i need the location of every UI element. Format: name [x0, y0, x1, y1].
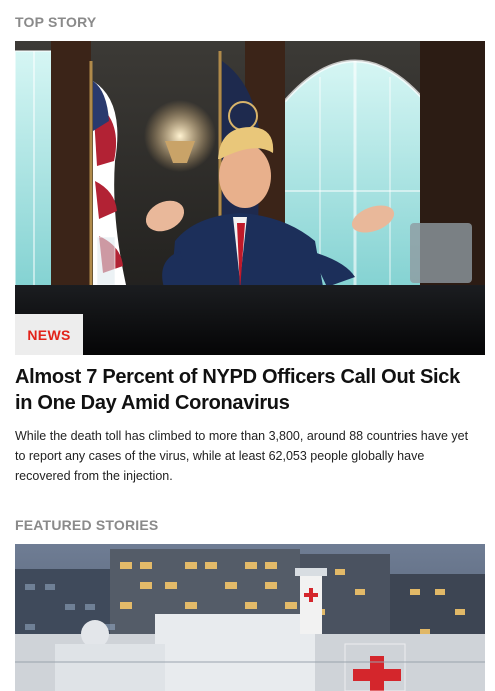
featured-story-image[interactable]	[15, 544, 485, 691]
top-story-section-label: TOP STORY	[15, 14, 97, 30]
hospital-ship-photo-icon	[15, 544, 485, 691]
top-story-image[interactable]	[15, 41, 485, 355]
featured-stories-section-label: FEATURED STORIES	[15, 517, 159, 533]
top-story-headline[interactable]: Almost 7 Percent of NYPD Officers Call O…	[15, 364, 480, 416]
news-photo-icon	[15, 41, 485, 355]
category-tag[interactable]: NEWS	[15, 314, 83, 355]
top-story-summary: While the death toll has climbed to more…	[15, 429, 469, 483]
category-label: NEWS	[27, 326, 71, 343]
